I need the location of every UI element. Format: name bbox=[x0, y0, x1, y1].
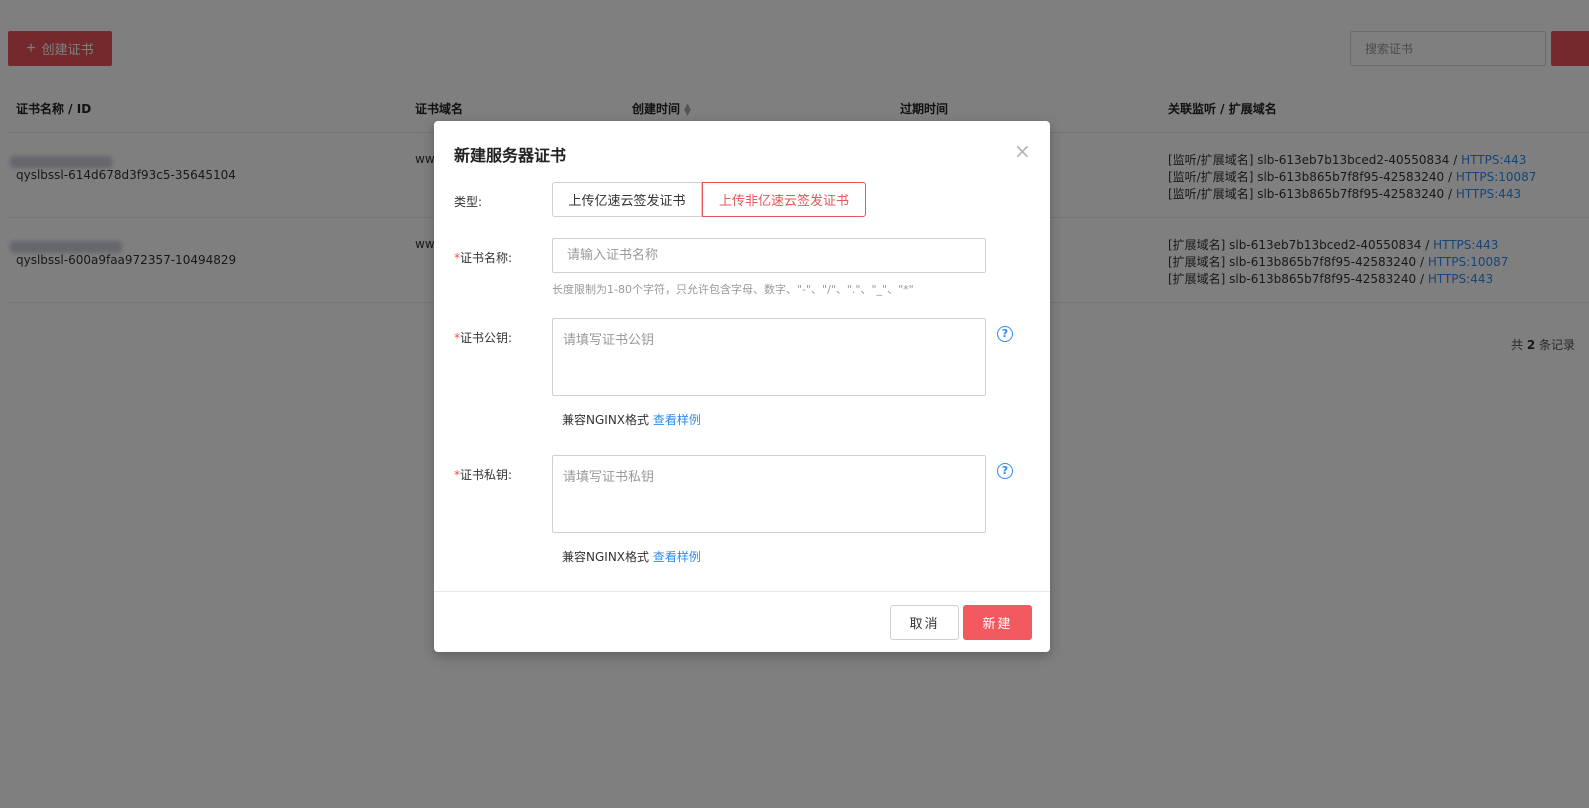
type-option-yisu[interactable]: 上传亿速云签发证书 bbox=[552, 182, 702, 217]
public-key-textarea[interactable] bbox=[552, 318, 986, 396]
cancel-button[interactable]: 取消 bbox=[890, 605, 959, 640]
private-key-example-link[interactable]: 查看样例 bbox=[653, 550, 701, 564]
close-icon[interactable]: × bbox=[1014, 139, 1031, 163]
private-key-field-label: *证书私钥: bbox=[454, 466, 512, 483]
private-key-compat-note: 兼容NGINX格式 查看样例 bbox=[562, 548, 701, 565]
certificate-name-input[interactable] bbox=[552, 238, 986, 273]
name-hint: 长度限制为1-80个字符，只允许包含字母、数字、"-"、"/"、"."、"_"、… bbox=[552, 283, 914, 296]
private-key-label-text: 证书私钥: bbox=[460, 468, 513, 482]
type-option-non-yisu[interactable]: 上传非亿速云签发证书 bbox=[702, 182, 866, 217]
public-key-help-icon[interactable]: ? bbox=[997, 326, 1013, 342]
public-key-example-link[interactable]: 查看样例 bbox=[653, 413, 701, 427]
create-certificate-dialog: 新建服务器证书 × 类型: 上传亿速云签发证书 上传非亿速云签发证书 *证书名称… bbox=[434, 121, 1050, 652]
private-key-textarea[interactable] bbox=[552, 455, 986, 533]
public-key-field-label: *证书公钥: bbox=[454, 329, 512, 346]
compat-text: 兼容NGINX格式 bbox=[562, 413, 653, 427]
private-key-help-icon[interactable]: ? bbox=[997, 463, 1013, 479]
name-label-text: 证书名称: bbox=[460, 251, 513, 265]
name-field-label: *证书名称: bbox=[454, 249, 512, 266]
public-key-label-text: 证书公钥: bbox=[460, 331, 513, 345]
dialog-footer-divider bbox=[434, 591, 1050, 592]
public-key-compat-note: 兼容NGINX格式 查看样例 bbox=[562, 411, 701, 428]
compat-text: 兼容NGINX格式 bbox=[562, 550, 653, 564]
type-label: 类型: bbox=[454, 195, 483, 209]
dialog-title: 新建服务器证书 bbox=[454, 146, 567, 165]
create-button[interactable]: 新建 bbox=[963, 605, 1032, 640]
